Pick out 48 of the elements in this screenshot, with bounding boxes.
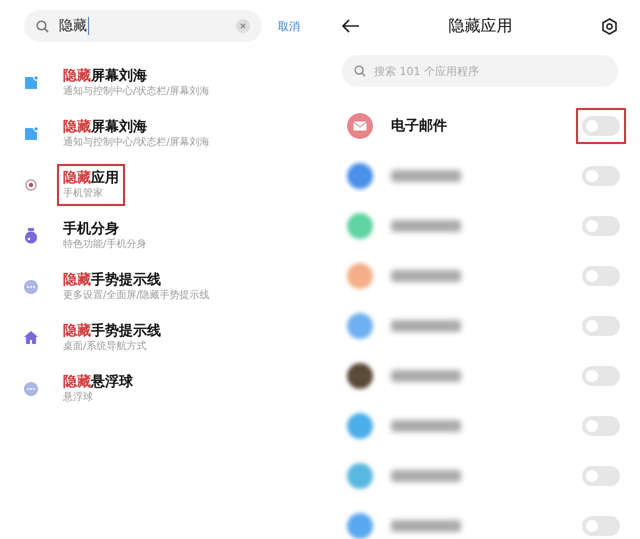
mail-icon [347, 113, 373, 139]
page-title: 隐藏应用 [448, 16, 512, 36]
blurred-app-name [391, 420, 461, 432]
blurred-app-name [391, 520, 461, 532]
result-title[interactable]: 隐藏手势提示线 [63, 322, 161, 340]
more-icon [24, 280, 38, 294]
result-title[interactable]: 手机分身 [63, 220, 146, 238]
result-path: 悬浮球 [63, 390, 94, 404]
toggle-switch[interactable] [582, 516, 620, 536]
blurred-app-name [391, 370, 461, 382]
result-title[interactable]: 隐藏手势提示线 [63, 270, 210, 288]
blurred-app-name [391, 270, 461, 282]
result-path: 通知与控制中心/状态栏/屏幕刘海 [63, 84, 210, 98]
toggle-switch[interactable] [582, 216, 620, 236]
cancel-button[interactable]: 取消 [278, 18, 300, 34]
toggle-switch[interactable] [582, 316, 620, 336]
search-icon [354, 65, 366, 77]
blurred-app-name [391, 470, 461, 482]
result-title[interactable]: 隐藏屏幕刘海 [63, 66, 210, 84]
result-path: 特色功能/手机分身 [63, 238, 146, 252]
notch-icon [24, 126, 38, 140]
settings-icon[interactable] [601, 18, 618, 34]
result-title[interactable]: 隐藏悬浮球 [63, 372, 133, 390]
target-icon [25, 178, 37, 190]
blurred-app-name [391, 220, 461, 232]
clear-icon[interactable] [236, 19, 250, 33]
back-icon[interactable] [342, 19, 360, 33]
flask-icon [24, 228, 38, 244]
more-icon [24, 382, 38, 396]
toggle-switch[interactable] [582, 416, 620, 436]
search-field[interactable]: 隐藏 [24, 10, 262, 42]
result-path: 更多设置/全面屏/隐藏手势提示线 [63, 288, 210, 302]
result-path: 桌面/系统导航方式 [63, 340, 148, 354]
app-name: 电子邮件 [391, 117, 447, 135]
notch-icon [24, 76, 38, 90]
result-path: 手机管家 [63, 186, 104, 200]
blurred-app-name [391, 320, 461, 332]
result-title[interactable]: 隐藏应用 [63, 168, 119, 186]
search-icon [36, 20, 49, 32]
result-path: 通知与控制中心/状态栏/屏幕刘海 [63, 136, 210, 150]
blurred-app-name [391, 170, 461, 182]
toggle-switch[interactable] [582, 116, 620, 136]
toggle-switch[interactable] [582, 166, 620, 186]
toggle-switch[interactable] [582, 466, 620, 486]
home-icon [24, 331, 38, 344]
toggle-switch[interactable] [582, 366, 620, 386]
result-title[interactable]: 隐藏屏幕刘海 [63, 118, 210, 136]
toggle-switch[interactable] [582, 266, 620, 286]
